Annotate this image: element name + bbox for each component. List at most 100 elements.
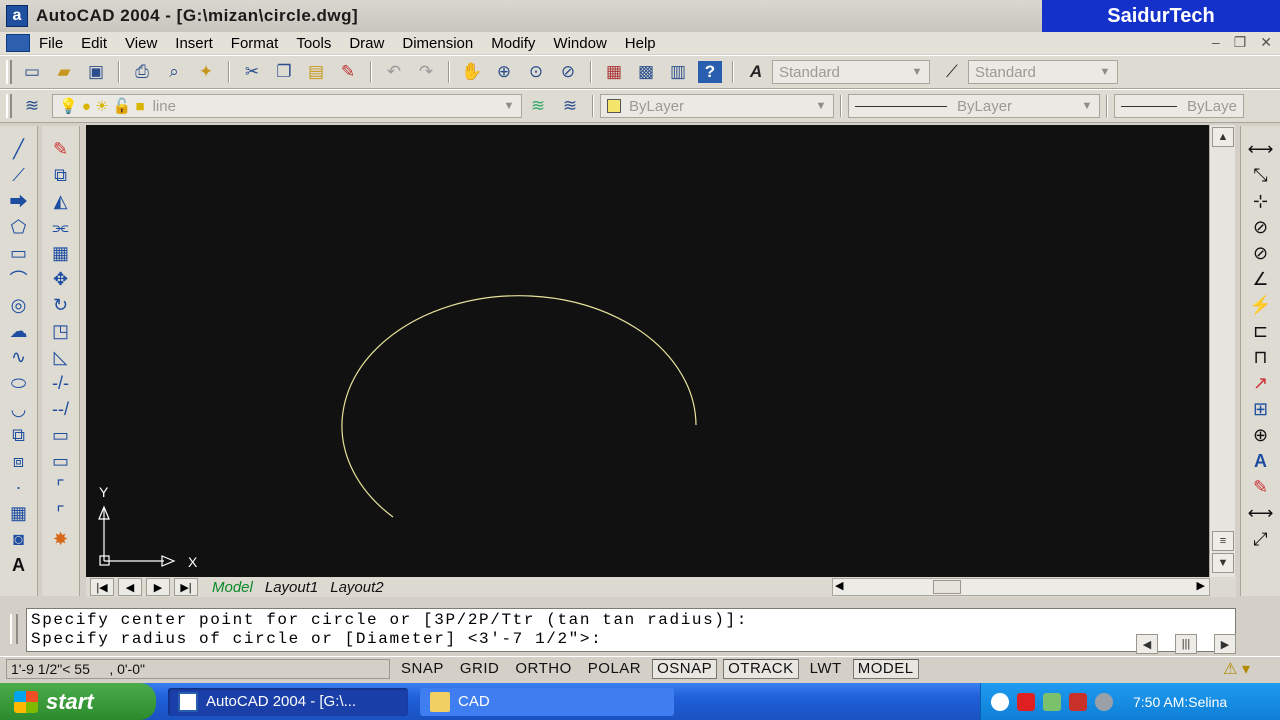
- fillet-icon[interactable]: ⌜: [48, 500, 74, 526]
- tab-layout1[interactable]: Layout1: [259, 579, 324, 596]
- model-space-canvas[interactable]: Y X: [86, 125, 1209, 577]
- menu-modify[interactable]: Modify: [482, 35, 544, 52]
- layer-dropdown[interactable]: 💡 ● ☀ 🔓 ■ line ▼: [52, 94, 522, 118]
- menu-insert[interactable]: Insert: [166, 35, 222, 52]
- pan-icon[interactable]: ✋: [460, 61, 484, 83]
- copy-icon[interactable]: ❐: [272, 61, 296, 83]
- menu-window[interactable]: Window: [544, 35, 615, 52]
- toolbar-grip[interactable]: [6, 60, 12, 84]
- aligned-dimension-icon[interactable]: ⤡: [1248, 162, 1274, 188]
- erase-icon[interactable]: ✎: [48, 136, 74, 162]
- ordinate-dimension-icon[interactable]: ⊹: [1248, 188, 1274, 214]
- multiline-text-icon[interactable]: A: [6, 552, 32, 578]
- circle-arc-preview[interactable]: [341, 295, 697, 518]
- ellipse-icon[interactable]: ⬭: [6, 370, 32, 396]
- tray-antivirus-icon[interactable]: [1017, 692, 1035, 711]
- otrack-toggle[interactable]: OTRACK: [723, 658, 799, 679]
- menu-edit[interactable]: Edit: [72, 35, 116, 52]
- dimension-style-icon[interactable]: ⟋: [940, 61, 964, 83]
- zoom-realtime-icon[interactable]: ⊕: [492, 61, 516, 83]
- scroll-right-icon[interactable]: ▶: [1197, 579, 1205, 592]
- region-icon[interactable]: ◙: [6, 526, 32, 552]
- linear-dimension-icon[interactable]: ⟷: [1248, 136, 1274, 162]
- break-icon[interactable]: ▭: [48, 448, 74, 474]
- extend-icon[interactable]: --/: [48, 396, 74, 422]
- stretch-icon[interactable]: ◺: [48, 344, 74, 370]
- tray-media-icon[interactable]: [1069, 692, 1087, 711]
- print-icon[interactable]: ⎙: [130, 61, 154, 83]
- quick-leader-icon[interactable]: ↗: [1248, 370, 1274, 396]
- scroll-up-icon[interactable]: ▲: [1212, 127, 1234, 147]
- toolbar-grip[interactable]: [6, 94, 12, 118]
- tolerance-icon[interactable]: ⊞: [1248, 396, 1274, 422]
- tab-layout2[interactable]: Layout2: [324, 579, 389, 596]
- tray-speaker-icon[interactable]: [1095, 692, 1113, 711]
- osnap-toggle[interactable]: OSNAP: [652, 658, 718, 679]
- scroll-left-icon[interactable]: ◀: [835, 579, 843, 592]
- copy-object-icon[interactable]: ⧉: [48, 162, 74, 188]
- lineweight-dropdown[interactable]: ByLaye: [1114, 94, 1244, 118]
- zoom-window-icon[interactable]: ⊙: [524, 61, 548, 83]
- chamfer-icon[interactable]: ⌜: [48, 474, 74, 500]
- layer-manager-icon[interactable]: ≋: [20, 95, 44, 117]
- command-history[interactable]: Specify center point for circle or [3P/2…: [26, 608, 1236, 652]
- tab-prev-icon[interactable]: ◀: [118, 578, 142, 596]
- new-file-icon[interactable]: ▭: [20, 61, 44, 83]
- coordinate-display[interactable]: 1'-9 1/2"< 55 , 0'-0": [6, 658, 390, 679]
- snap-toggle[interactable]: SNAP: [396, 659, 449, 679]
- taskbar-item-autocad[interactable]: AutoCAD 2004 - [G:\...: [168, 687, 408, 716]
- ellipse-arc-icon[interactable]: ◡: [6, 396, 32, 422]
- point-icon[interactable]: ·: [6, 474, 32, 500]
- chevron-down-icon[interactable]: ▼: [813, 98, 829, 114]
- polyline-icon[interactable]: ⮕: [6, 188, 32, 214]
- zoom-previous-icon[interactable]: ⊘: [556, 61, 580, 83]
- continue-dimension-icon[interactable]: ⊓: [1248, 344, 1274, 370]
- start-button[interactable]: start: [0, 683, 156, 720]
- doc-close-button[interactable]: ✕: [1260, 34, 1272, 51]
- dimension-update-icon[interactable]: ⟷: [1248, 500, 1274, 526]
- arc-icon[interactable]: ⌒: [6, 266, 32, 292]
- drawing-area[interactable]: Y X: [86, 125, 1209, 577]
- design-center-icon[interactable]: ▩: [634, 61, 658, 83]
- menu-file[interactable]: File: [30, 35, 72, 52]
- taskbar-clock[interactable]: 7:50 AM:Selina: [1133, 694, 1227, 710]
- doc-restore-button[interactable]: ❐: [1234, 34, 1247, 51]
- redo-icon[interactable]: ↷: [414, 61, 438, 83]
- lwt-toggle[interactable]: LWT: [805, 659, 847, 679]
- grid-toggle[interactable]: GRID: [455, 659, 505, 679]
- array-icon[interactable]: ▦: [48, 240, 74, 266]
- tray-back-icon[interactable]: [991, 692, 1009, 711]
- diameter-dimension-icon[interactable]: ⊘: [1248, 240, 1274, 266]
- center-mark-icon[interactable]: ⊕: [1248, 422, 1274, 448]
- spline-icon[interactable]: ∿: [6, 344, 32, 370]
- autocad-app-icon[interactable]: a: [6, 5, 28, 27]
- horizontal-scroll-thumb[interactable]: [933, 580, 961, 594]
- color-dropdown[interactable]: ByLayer ▼: [600, 94, 834, 118]
- break-at-point-icon[interactable]: ▭: [48, 422, 74, 448]
- dimension-text-edit-icon[interactable]: ✎: [1248, 474, 1274, 500]
- polygon-icon[interactable]: ⬠: [6, 214, 32, 240]
- make-block-icon[interactable]: ⧈: [6, 448, 32, 474]
- menu-view[interactable]: View: [116, 35, 166, 52]
- tray-network-icon[interactable]: [1043, 692, 1061, 711]
- trim-icon[interactable]: -/-: [48, 370, 74, 396]
- tab-model[interactable]: Model: [206, 579, 259, 596]
- offset-icon[interactable]: ⫘: [48, 214, 74, 240]
- dimension-edit-icon[interactable]: A: [1248, 448, 1274, 474]
- undo-icon[interactable]: ↶: [382, 61, 406, 83]
- menu-help[interactable]: Help: [616, 35, 665, 52]
- tool-palettes-icon[interactable]: ▥: [666, 61, 690, 83]
- tab-next-icon[interactable]: ▶: [146, 578, 170, 596]
- command-scroll-left-icon[interactable]: ◀: [1136, 634, 1158, 654]
- open-folder-icon[interactable]: ▰: [52, 61, 76, 83]
- make-object-layer-current-icon[interactable]: ≋: [526, 95, 550, 117]
- linetype-dropdown[interactable]: ByLayer ▼: [848, 94, 1100, 118]
- print-preview-icon[interactable]: ⌕: [162, 61, 186, 83]
- command-scroll-right-icon[interactable]: ▶: [1214, 634, 1236, 654]
- chevron-down-icon[interactable]: ▼: [909, 64, 925, 80]
- insert-block-icon[interactable]: ⧉: [6, 422, 32, 448]
- ortho-toggle[interactable]: ORTHO: [510, 659, 576, 679]
- command-scroll-thumb[interactable]: |||: [1175, 634, 1197, 654]
- revision-cloud-icon[interactable]: ☁: [6, 318, 32, 344]
- layer-previous-icon[interactable]: ≋: [558, 95, 582, 117]
